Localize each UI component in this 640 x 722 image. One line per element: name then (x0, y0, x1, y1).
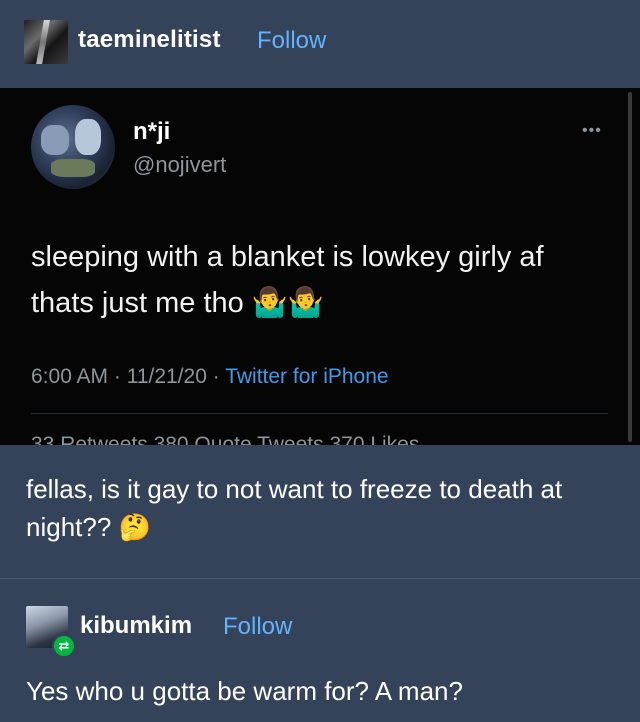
tweet-author-handle: @nojivert (133, 152, 227, 177)
reblog-icon: ⇄ (52, 634, 76, 658)
tweet-stats: 33 Retweets 380 Quote Tweets 370 Likes (31, 433, 420, 445)
tweet-author-name: n*ji (133, 118, 171, 145)
post-caption: fellas, is it gay to not want to freeze … (26, 474, 563, 542)
tweet-divider (31, 413, 608, 414)
tweet-source: Twitter for iPhone (225, 365, 389, 388)
reblogger-username-link[interactable]: kibumkim (80, 612, 192, 640)
reblogger-follow-button[interactable]: Follow (223, 613, 292, 641)
user-avatar[interactable] (24, 20, 68, 64)
avatar-detail (75, 119, 101, 155)
scrollbar (628, 92, 632, 442)
reblog-comment: Yes who u gotta be warm for? A man? (26, 676, 463, 706)
avatar-detail (51, 159, 95, 177)
tweet-text: sleeping with a blanket is lowkey girly … (31, 241, 544, 319)
avatar-detail (41, 125, 69, 155)
tweet-timestamp: 6:00 AM · 11/21/20 · (31, 365, 226, 388)
tweet-author-avatar (31, 105, 115, 189)
post-divider (0, 578, 640, 579)
avatar-image-detail (36, 20, 50, 64)
username-link[interactable]: taeminelitist (78, 26, 221, 54)
ellipsis-icon: ••• (582, 122, 602, 139)
follow-button[interactable]: Follow (257, 27, 326, 55)
tweet-metadata: 6:00 AM · 11/21/20 · Twitter for iPhone (31, 365, 389, 389)
